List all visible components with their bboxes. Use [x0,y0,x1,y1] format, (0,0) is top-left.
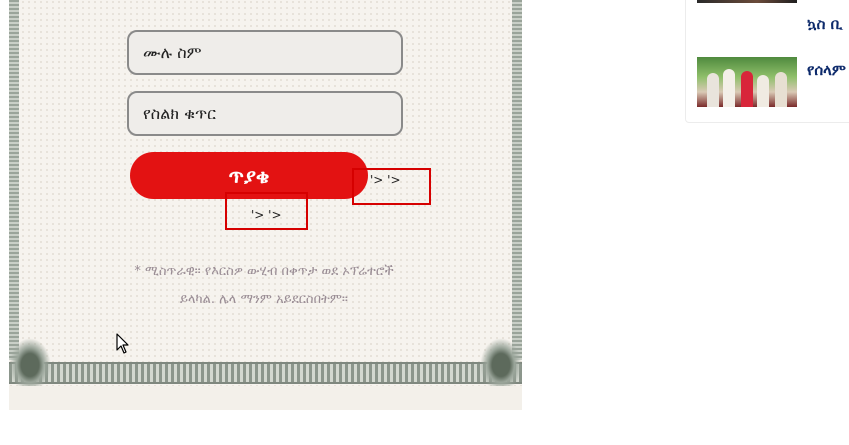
news-thumbnail[interactable] [697,0,797,3]
full-name-input[interactable]: ሙሉ ስም [127,30,403,75]
page: ሙሉ ስም የስልክ ቁጥር ጥያቄ '> '> '> '> * ሚስጥራዊ። … [0,0,849,445]
thumbnail-figure [775,72,787,107]
privacy-note-line-1: * ሚስጥራዊ። የእርስዎ ውሂብ በቀጥታ ወደ ኦፕሬተሮች [134,264,394,279]
news-thumbnail[interactable] [697,57,797,107]
thumbnail-figure [723,69,735,107]
frame-border-left [9,0,19,360]
broken-markup-box: '> '> [352,168,431,205]
phone-number-input[interactable]: የስልክ ቁጥር [127,91,403,136]
phone-number-placeholder: የስልክ ቁጥር [143,103,216,123]
mouse-cursor-icon [116,333,130,359]
broken-markup-box: '> '> [225,192,308,230]
privacy-note-line-2: ይላካል. ሌላ ማንም አይደርስበትም። [179,292,349,307]
thumbnail-figure [707,73,719,107]
frame-border-bottom [9,362,522,384]
ornament-corner-right [480,338,522,392]
news-title-link[interactable]: የሰላም ምልክት [807,57,849,83]
related-news-sidebar: ኳስ ቢ የሰላም ምልክት [685,0,849,123]
thumbnail-figure [757,75,769,107]
thumbnail-figure [741,71,753,107]
news-title-link[interactable]: ኳስ ቢ [807,11,849,37]
full-name-placeholder: ሙሉ ስም [143,42,202,62]
frame-border-right [512,0,522,360]
panel-footer [9,386,522,410]
ornament-corner-left [9,338,51,392]
